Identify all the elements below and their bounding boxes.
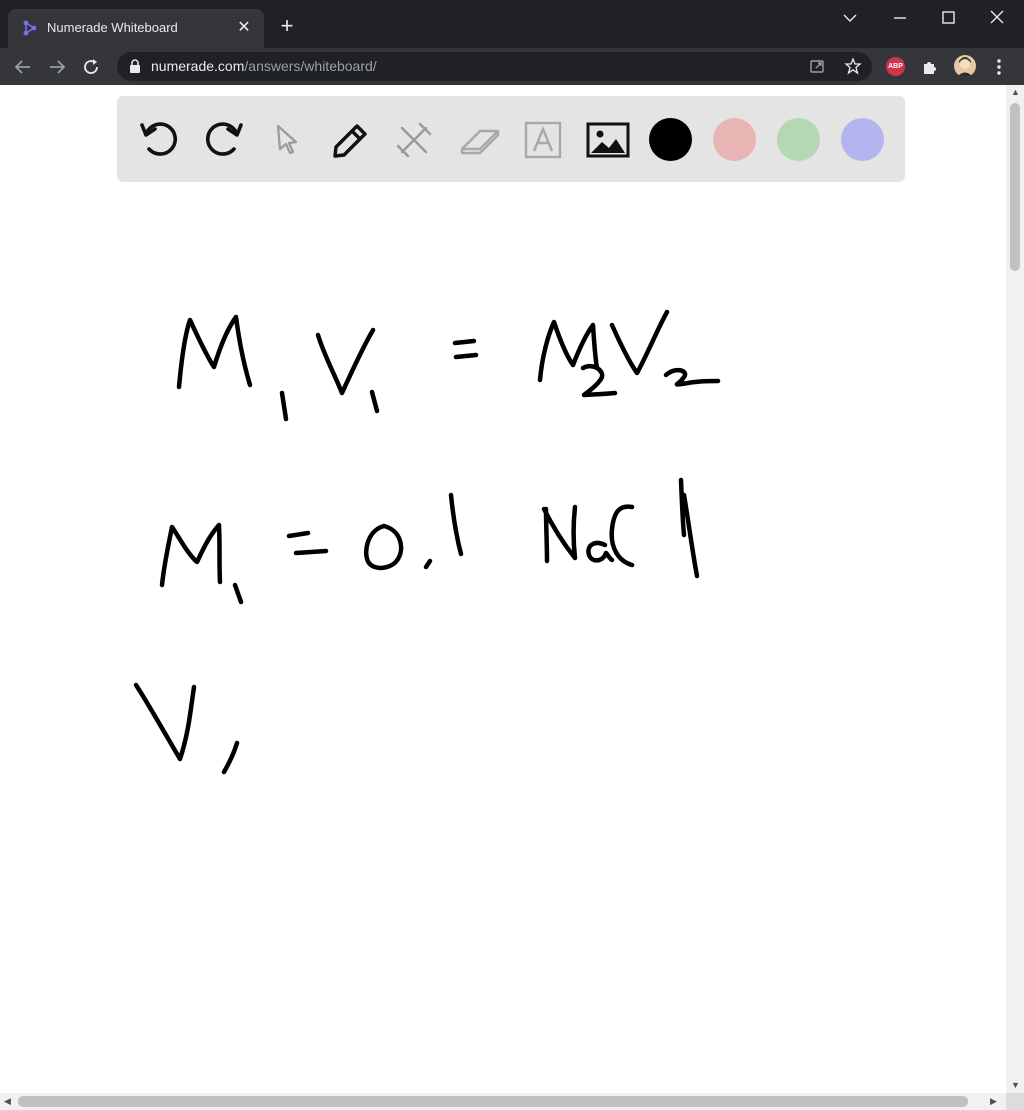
star-icon[interactable] [844,57,862,75]
puzzle-icon[interactable] [919,56,941,78]
whiteboard-page [0,85,1006,1093]
favicon-icon [23,20,37,36]
url-text: numerade.com/answers/whiteboard/ [151,58,377,74]
drawing-canvas[interactable] [0,85,1006,1093]
scroll-right-icon[interactable]: ▶ [990,1097,997,1106]
chevron-down-icon[interactable] [838,6,862,30]
avatar[interactable] [954,55,976,77]
minimize-icon[interactable] [888,6,912,30]
window-close-icon[interactable] [985,6,1009,30]
vertical-scroll-thumb[interactable] [1010,103,1020,271]
horizontal-scrollbar[interactable]: ◀ ▶ [0,1093,1006,1110]
horizontal-scroll-thumb[interactable] [18,1096,968,1107]
vertical-scrollbar[interactable]: ▲ ▼ [1006,85,1024,1093]
back-icon[interactable] [12,56,34,78]
handwriting-line-1 [176,309,721,422]
share-icon[interactable] [808,57,826,75]
lock-icon [130,59,140,73]
kebab-menu-icon[interactable] [988,56,1010,78]
forward-icon[interactable] [46,56,68,78]
scroll-left-icon[interactable]: ◀ [4,1097,11,1106]
browser-toolbar: numerade.com/answers/whiteboard/ ABP [0,48,1024,85]
reload-icon[interactable] [80,56,102,78]
scroll-up-icon[interactable]: ▲ [1011,88,1020,97]
tab-title: Numerade Whiteboard [47,20,178,35]
scrollbar-corner [1006,1093,1024,1110]
adblock-icon[interactable]: ABP [886,57,905,76]
close-icon[interactable]: ✕ [234,18,254,38]
handwriting-line-3 [133,682,240,775]
plus-icon[interactable]: + [276,15,298,37]
scroll-down-icon[interactable]: ▼ [1011,1081,1020,1090]
handwriting-line-2 [159,477,700,605]
tab-strip: Numerade Whiteboard ✕ + [0,0,1024,48]
address-bar[interactable]: numerade.com/answers/whiteboard/ [117,52,872,81]
browser-tab[interactable]: Numerade Whiteboard ✕ [8,9,264,48]
maximize-icon[interactable] [936,6,960,30]
